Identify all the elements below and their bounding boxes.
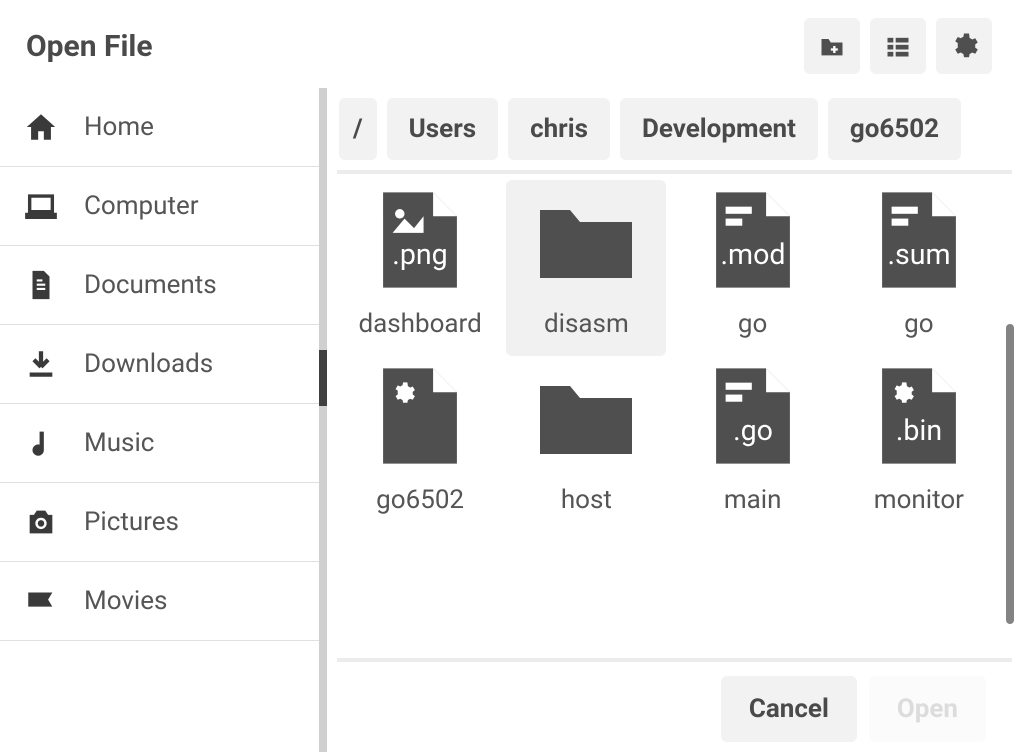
- home-icon: [24, 110, 58, 144]
- sidebar-item-documents[interactable]: Documents: [0, 246, 319, 325]
- document-icon: [24, 268, 58, 302]
- sidebar-item-label: Home: [84, 112, 154, 142]
- file-item-label: go: [904, 308, 933, 342]
- file-item-label: main: [724, 484, 782, 518]
- svg-text:.sum: .sum: [887, 237, 950, 271]
- file-item-label: host: [561, 484, 612, 518]
- file-item-label: dashboard: [358, 308, 481, 342]
- sidebar-item-label: Movies: [84, 586, 167, 616]
- sidebar-scroll-indicator: [319, 350, 327, 406]
- sidebar-item-movies[interactable]: Movies: [0, 562, 319, 641]
- file-item[interactable]: .png dashboard: [340, 180, 500, 356]
- sidebar-item-downloads[interactable]: Downloads: [0, 325, 319, 404]
- gear-icon: [949, 31, 979, 61]
- laptop-icon: [24, 189, 58, 223]
- breadcrumb-bar: /UserschrisDevelopmentgo6502: [337, 88, 1018, 170]
- sidebar-item-label: Downloads: [84, 349, 213, 379]
- movie-icon: [24, 584, 58, 618]
- file-item[interactable]: disasm: [506, 180, 666, 356]
- sidebar-item-computer[interactable]: Computer: [0, 167, 319, 246]
- music-icon: [24, 426, 58, 460]
- breadcrumb-segment[interactable]: chris: [508, 98, 610, 160]
- open-button[interactable]: Open: [869, 676, 986, 742]
- sidebar: Home Computer Documents Downloads Music …: [0, 88, 327, 752]
- download-icon: [24, 347, 58, 381]
- file-item[interactable]: host: [506, 356, 666, 532]
- svg-text:.go: .go: [733, 413, 773, 447]
- breadcrumb-segment[interactable]: Users: [387, 98, 498, 160]
- sidebar-item-label: Computer: [84, 191, 199, 221]
- breadcrumb-segment[interactable]: /: [339, 98, 377, 160]
- file-item-label: go6502: [376, 484, 464, 518]
- list-view-icon: [884, 32, 912, 60]
- settings-button[interactable]: [936, 18, 992, 74]
- scrollbar-thumb[interactable]: [1006, 324, 1014, 624]
- file-item[interactable]: .go main: [673, 356, 833, 532]
- file-icon: .bin: [876, 366, 962, 466]
- breadcrumb-segment[interactable]: go6502: [828, 98, 961, 160]
- dialog-title: Open File: [26, 29, 153, 64]
- breadcrumb-segment[interactable]: Development: [620, 98, 818, 160]
- sidebar-item-label: Pictures: [84, 507, 179, 537]
- new-folder-icon: [818, 32, 846, 60]
- file-grid: .png dashboard disasm .mod go .sum go go6…: [337, 174, 1002, 532]
- sidebar-item-label: Documents: [84, 270, 217, 300]
- file-item[interactable]: .sum go: [839, 180, 999, 356]
- file-item[interactable]: .mod go: [673, 180, 833, 356]
- camera-icon: [24, 505, 58, 539]
- sidebar-item-home[interactable]: Home: [0, 88, 319, 167]
- file-item-label: disasm: [544, 308, 629, 342]
- sidebar-item-label: Music: [84, 428, 154, 458]
- new-folder-button[interactable]: [804, 18, 860, 74]
- sidebar-item-pictures[interactable]: Pictures: [0, 483, 319, 562]
- file-icon: .go: [710, 366, 796, 466]
- file-item-label: go: [738, 308, 767, 342]
- svg-text:.bin: .bin: [896, 413, 942, 447]
- folder-icon: [536, 196, 636, 284]
- view-list-button[interactable]: [870, 18, 926, 74]
- sidebar-item-music[interactable]: Music: [0, 404, 319, 483]
- file-icon: .mod: [710, 190, 796, 290]
- file-item[interactable]: .bin monitor: [839, 356, 999, 532]
- cancel-button[interactable]: Cancel: [721, 676, 857, 742]
- folder-icon: [536, 372, 636, 460]
- file-icon: [377, 366, 463, 466]
- file-icon: .sum: [876, 190, 962, 290]
- svg-text:.png: .png: [392, 237, 447, 271]
- file-icon: .png: [377, 190, 463, 290]
- file-item[interactable]: go6502: [340, 356, 500, 532]
- file-item-label: monitor: [874, 484, 964, 518]
- svg-text:.mod: .mod: [720, 237, 785, 271]
